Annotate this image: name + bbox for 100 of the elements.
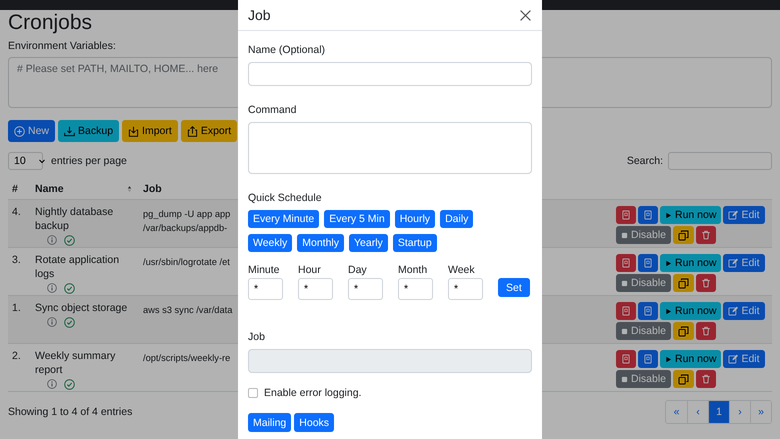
disable-button[interactable]: Disable: [616, 322, 672, 340]
row-number: 2.: [12, 350, 21, 362]
copy-icon: [678, 230, 690, 240]
sort-icon: [126, 184, 133, 194]
cron-field[interactable]: *: [248, 278, 283, 300]
log-button[interactable]: [616, 254, 636, 272]
play-icon: [665, 260, 672, 266]
preset-button[interactable]: Every Minute: [248, 210, 320, 228]
log-button[interactable]: [638, 350, 658, 368]
job-command: /opt/scripts/weekly-re: [143, 352, 230, 365]
log-button[interactable]: [616, 302, 636, 320]
chevron-down-icon: [38, 157, 46, 165]
checkbox[interactable]: [248, 388, 258, 398]
command-field[interactable]: [248, 122, 532, 174]
cron-field[interactable]: *: [348, 278, 383, 300]
play-icon: [665, 356, 672, 362]
info-icon: [47, 283, 57, 293]
run-now-button[interactable]: Run now: [660, 206, 722, 224]
document-icon: [621, 306, 631, 316]
plus-circle-icon: [14, 126, 25, 136]
edit-button[interactable]: Edit: [723, 302, 765, 320]
trash-icon: [701, 326, 712, 336]
edit-button[interactable]: Edit: [723, 254, 765, 272]
field-label: Name (Optional): [248, 43, 326, 57]
set-button[interactable]: Set: [498, 278, 530, 297]
column-header: #: [11, 183, 19, 195]
job-name: Weekly summary report: [35, 349, 116, 377]
name-field[interactable]: [248, 62, 532, 86]
export-button[interactable]: Export: [180, 120, 238, 142]
backup-button[interactable]: Backup: [58, 120, 120, 142]
preset-button[interactable]: Daily: [440, 210, 474, 228]
run-now-button[interactable]: Run now: [660, 350, 722, 368]
disable-button[interactable]: Disable: [616, 370, 672, 388]
download-icon: [64, 126, 76, 136]
column-header: Job: [142, 183, 163, 195]
preset-button[interactable]: Every 5 Min: [324, 210, 390, 228]
page-link[interactable]: »: [750, 401, 771, 423]
duplicate-button[interactable]: [673, 322, 694, 340]
log-button[interactable]: [616, 206, 636, 224]
duplicate-button[interactable]: [673, 226, 694, 244]
edit-icon: [728, 354, 738, 364]
document-icon: [621, 210, 631, 220]
column-header[interactable]: Name: [31, 183, 64, 195]
field-label: Day: [348, 264, 367, 276]
field-label: Environment Variables:: [8, 40, 116, 52]
delete-button[interactable]: [696, 274, 716, 292]
document-icon: [621, 258, 631, 268]
preset-button[interactable]: Hourly: [394, 210, 436, 228]
preset-button[interactable]: Startup: [392, 234, 437, 252]
edit-button[interactable]: Edit: [723, 350, 765, 368]
log-button[interactable]: [616, 350, 636, 368]
preset-button[interactable]: Yearly: [349, 234, 388, 252]
cron-field[interactable]: *: [398, 278, 433, 300]
duplicate-button[interactable]: [673, 274, 694, 292]
copy-icon: [678, 278, 690, 288]
duplicate-button[interactable]: [673, 370, 694, 388]
stop-icon: [621, 328, 628, 334]
close-button[interactable]: [519, 8, 532, 22]
run-now-button[interactable]: Run now: [660, 254, 722, 272]
cron-field[interactable]: *: [298, 278, 333, 300]
stop-icon: [621, 232, 628, 238]
page-link[interactable]: 1: [708, 401, 729, 423]
delete-button[interactable]: [696, 370, 716, 388]
log-button[interactable]: [638, 254, 658, 272]
page-size-select[interactable]: 10: [8, 152, 43, 170]
info-icon: [47, 317, 57, 327]
run-now-button[interactable]: Run now: [660, 302, 722, 320]
field-label: Hour: [298, 264, 321, 276]
export-icon: [186, 126, 198, 136]
preset-button[interactable]: Monthly: [297, 234, 344, 252]
disable-button[interactable]: Disable: [616, 274, 672, 292]
new-button[interactable]: New: [8, 120, 56, 142]
trash-icon: [701, 374, 712, 384]
log-button[interactable]: [638, 206, 658, 224]
disable-button[interactable]: Disable: [616, 226, 672, 244]
tab-button[interactable]: Hooks: [294, 413, 334, 432]
check-circle-icon: [64, 379, 75, 390]
edit-icon: [728, 306, 738, 316]
preset-button[interactable]: Weekly: [248, 234, 292, 252]
checkbox-label: Enable error logging.: [264, 387, 362, 399]
job-command: pg_dump -U app app: [143, 208, 230, 221]
edit-button[interactable]: Edit: [723, 206, 765, 224]
job-name: Sync object storage: [35, 301, 128, 315]
job-command: /usr/sbin/logrotate /et: [143, 256, 230, 269]
check-circle-icon: [64, 317, 75, 328]
search-field[interactable]: [668, 152, 772, 170]
import-button[interactable]: Import: [122, 120, 178, 142]
tab-button[interactable]: Mailing: [248, 413, 292, 432]
delete-button[interactable]: [696, 226, 716, 244]
close-icon: [519, 8, 532, 22]
edit-icon: [728, 210, 738, 220]
cron-field[interactable]: *: [448, 278, 483, 300]
log-button[interactable]: [638, 302, 658, 320]
import-icon: [128, 126, 140, 136]
info-icon: [47, 235, 57, 245]
check-circle-icon: [64, 235, 75, 246]
delete-button[interactable]: [696, 322, 716, 340]
field-label: Week: [448, 264, 475, 276]
field-label: Minute: [248, 264, 280, 276]
field-label: Month: [398, 264, 428, 276]
